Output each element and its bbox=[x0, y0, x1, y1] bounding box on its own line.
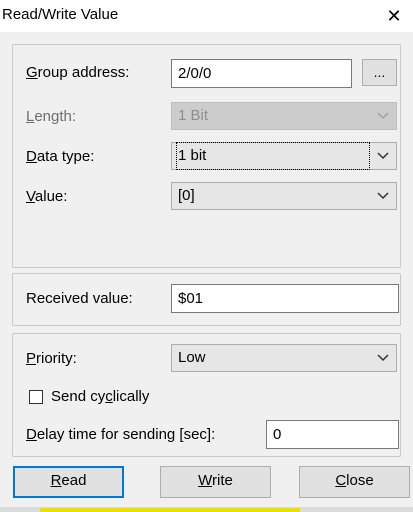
data-type-value: 1 bit bbox=[176, 142, 370, 170]
read-button[interactable]: Read bbox=[13, 466, 124, 498]
chevron-down-icon bbox=[377, 192, 389, 200]
data-type-dropdown[interactable]: 1 bit bbox=[171, 142, 397, 170]
taskbar-highlight bbox=[40, 508, 300, 512]
length-value: 1 Bit bbox=[178, 107, 209, 124]
group-address-label: Group address: bbox=[26, 64, 130, 81]
send-cyclically-checkbox[interactable] bbox=[29, 390, 43, 404]
group-address-input[interactable]: 2/0/0 bbox=[171, 59, 352, 88]
chevron-down-icon bbox=[377, 354, 389, 362]
delay-time-label: Delay time for sending [sec]: bbox=[26, 426, 216, 443]
received-value-label: Received value: bbox=[26, 290, 133, 307]
window-title: Read/Write Value bbox=[2, 6, 119, 23]
chevron-down-icon bbox=[377, 152, 389, 160]
length-label: Length: bbox=[26, 108, 77, 125]
write-button[interactable]: Write bbox=[160, 466, 271, 498]
received-value-field: $01 bbox=[171, 284, 399, 313]
title-bar: Read/Write Value ✕ bbox=[0, 0, 413, 32]
priority-value: Low bbox=[178, 349, 206, 366]
data-type-label: Data type: bbox=[26, 148, 95, 165]
delay-time-input[interactable]: 0 bbox=[266, 420, 399, 449]
value-dropdown[interactable]: [0] bbox=[171, 182, 397, 210]
close-icon[interactable]: ✕ bbox=[380, 3, 408, 29]
send-cyclically-label[interactable]: Send cyclically bbox=[51, 388, 149, 405]
browse-address-button[interactable]: ... bbox=[362, 59, 397, 86]
chevron-down-icon bbox=[377, 112, 389, 120]
close-button[interactable]: Close bbox=[299, 466, 410, 498]
priority-label: Priority: bbox=[26, 350, 77, 367]
value-value: [0] bbox=[178, 187, 195, 204]
priority-dropdown[interactable]: Low bbox=[171, 344, 397, 372]
length-dropdown: 1 Bit bbox=[171, 102, 397, 130]
value-label: Value: bbox=[26, 188, 68, 205]
